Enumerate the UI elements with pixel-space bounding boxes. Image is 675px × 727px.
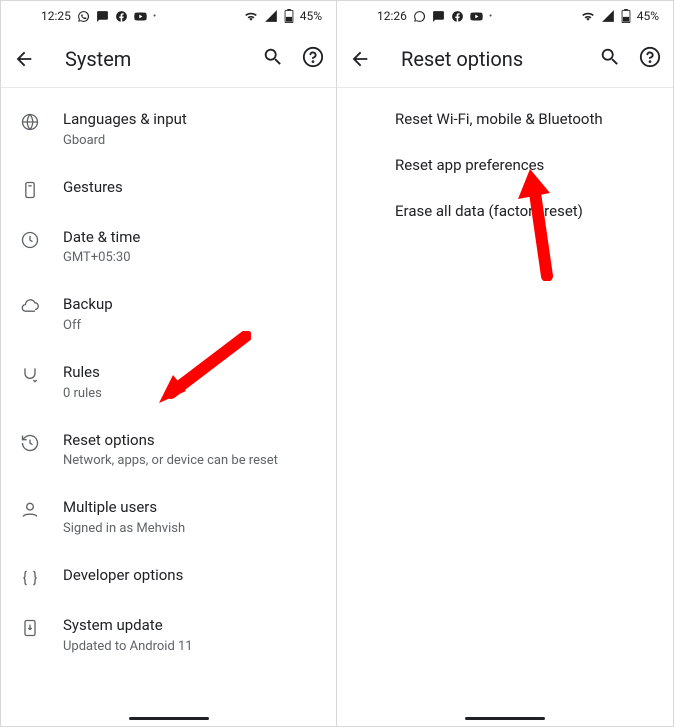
facebook-icon: [115, 10, 128, 23]
status-battery: 45%: [300, 9, 322, 23]
rules-icon: [19, 363, 41, 385]
status-time: 12:25: [41, 9, 71, 23]
row-label: Reset options: [63, 431, 278, 451]
row-sub: GMT+05:30: [63, 249, 140, 267]
status-time: 12:26: [377, 9, 407, 23]
cloud-icon: [19, 295, 41, 317]
page-title: System: [59, 47, 238, 71]
row-label: Backup: [63, 295, 113, 315]
users-icon: [19, 498, 41, 520]
youtube-icon: [470, 10, 483, 23]
back-button[interactable]: [349, 48, 371, 70]
phone-right: 12:26 • 45% Reset options Reset Wi-Fi, m…: [337, 0, 674, 727]
row-languages[interactable]: Languages & input Gboard: [1, 96, 336, 164]
row-reset-app-prefs[interactable]: Reset app preferences: [337, 142, 673, 188]
row-label: Rules: [63, 363, 102, 383]
search-button[interactable]: [262, 46, 284, 72]
row-developer-options[interactable]: Developer options: [1, 552, 336, 602]
settings-list: Languages & input Gboard Gestures Date & …: [1, 88, 336, 670]
signal-icon: [601, 9, 615, 23]
globe-icon: [19, 110, 41, 132]
whatsapp-icon: [77, 10, 90, 23]
update-icon: [19, 616, 41, 638]
wifi-icon: [244, 9, 258, 23]
row-reset-options[interactable]: Reset optionsNetwork, apps, or device ca…: [1, 417, 336, 485]
message-icon: [432, 10, 445, 23]
row-label: Developer options: [63, 566, 183, 586]
home-indicator[interactable]: [129, 717, 209, 720]
whatsapp-icon: [413, 10, 426, 23]
reset-options-list: Reset Wi-Fi, mobile & Bluetooth Reset ap…: [337, 88, 673, 234]
row-sub: Signed in as Mehvish: [63, 520, 185, 538]
row-label: Gestures: [63, 178, 123, 198]
row-label: Erase all data (factory reset): [395, 202, 653, 220]
row-sub: Network, apps, or device can be reset: [63, 452, 278, 470]
row-sub: Updated to Android 11: [63, 638, 193, 656]
gestures-icon: [19, 178, 41, 200]
header-bar: System: [1, 31, 336, 87]
row-reset-wifi[interactable]: Reset Wi-Fi, mobile & Bluetooth: [337, 96, 673, 142]
message-icon: [96, 10, 109, 23]
status-bar: 12:25 • 45%: [1, 1, 336, 31]
row-backup[interactable]: Backup Off: [1, 281, 336, 349]
battery-icon: [621, 9, 631, 23]
row-label: Reset app preferences: [395, 156, 653, 174]
row-sub: Gboard: [63, 132, 187, 150]
signal-icon: [264, 9, 278, 23]
back-button[interactable]: [13, 48, 35, 70]
row-system-update[interactable]: System update Updated to Android 11: [1, 602, 336, 670]
row-multiple-users[interactable]: Multiple users Signed in as Mehvish: [1, 484, 336, 552]
clock-icon: [19, 228, 41, 250]
dot-icon: •: [489, 11, 492, 22]
help-button[interactable]: [302, 46, 324, 72]
page-title: Reset options: [395, 47, 575, 71]
phone-left: 12:25 • 45% System Languages & input Gboa…: [0, 0, 337, 727]
row-sub: 0 rules: [63, 385, 102, 403]
row-label: System update: [63, 616, 193, 636]
row-rules[interactable]: Rules 0 rules: [1, 349, 336, 417]
row-label: Languages & input: [63, 110, 187, 130]
row-label: Date & time: [63, 228, 140, 248]
row-datetime[interactable]: Date & timeGMT+05:30: [1, 214, 336, 282]
row-factory-reset[interactable]: Erase all data (factory reset): [337, 188, 673, 234]
reset-icon: [19, 431, 41, 453]
home-indicator[interactable]: [465, 717, 545, 720]
facebook-icon: [451, 10, 464, 23]
wifi-icon: [581, 9, 595, 23]
battery-icon: [284, 9, 294, 23]
status-bar: 12:26 • 45%: [337, 1, 673, 31]
youtube-icon: [134, 10, 147, 23]
dot-icon: •: [153, 11, 156, 22]
search-button[interactable]: [599, 46, 621, 72]
help-button[interactable]: [639, 46, 661, 72]
row-gestures[interactable]: Gestures: [1, 164, 336, 214]
braces-icon: [19, 566, 41, 588]
row-label: Reset Wi-Fi, mobile & Bluetooth: [395, 110, 653, 128]
status-battery: 45%: [637, 9, 659, 23]
row-label: Multiple users: [63, 498, 185, 518]
row-sub: Off: [63, 317, 113, 335]
header-bar: Reset options: [337, 31, 673, 87]
